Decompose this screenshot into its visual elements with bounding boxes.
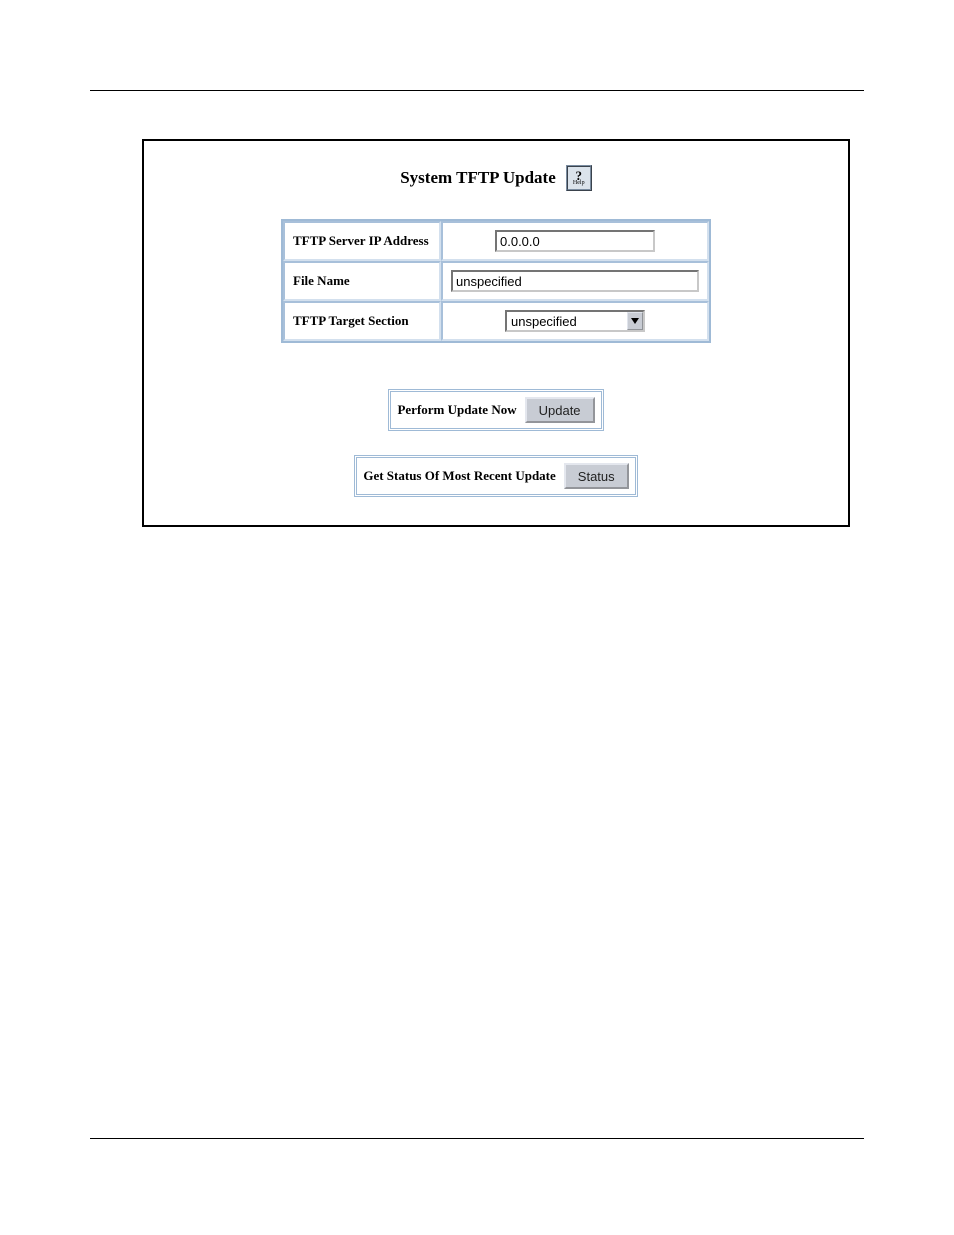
page-title: System TFTP Update <box>400 168 556 188</box>
perform-update-box: Perform Update Now Update <box>388 389 603 431</box>
tftp-update-panel: System TFTP Update ? Help TFTP Server IP… <box>142 139 850 527</box>
get-status-label: Get Status Of Most Recent Update <box>363 468 555 484</box>
title-row: System TFTP Update ? Help <box>154 165 838 191</box>
header-divider <box>90 90 864 91</box>
target-section-select[interactable]: unspecified <box>505 310 645 332</box>
get-status-box: Get Status Of Most Recent Update Status <box>354 455 637 497</box>
update-button[interactable]: Update <box>525 397 595 423</box>
target-section-value: unspecified <box>507 312 627 330</box>
chevron-down-icon <box>627 312 643 330</box>
actions-area: Perform Update Now Update Get Status Of … <box>154 389 838 497</box>
tftp-server-ip-input[interactable] <box>495 230 655 252</box>
row-server-ip: TFTP Server IP Address <box>283 221 709 261</box>
footer-divider <box>90 1138 864 1139</box>
perform-update-label: Perform Update Now <box>397 402 516 418</box>
label-file-name: File Name <box>283 261 441 301</box>
file-name-input[interactable] <box>451 270 699 292</box>
label-target-section: TFTP Target Section <box>283 301 441 341</box>
row-file-name: File Name <box>283 261 709 301</box>
status-button[interactable]: Status <box>564 463 629 489</box>
tftp-form-table: TFTP Server IP Address File Name TFTP Ta… <box>281 219 711 343</box>
label-server-ip: TFTP Server IP Address <box>283 221 441 261</box>
help-icon[interactable]: ? Help <box>566 165 592 191</box>
row-target-section: TFTP Target Section unspecified <box>283 301 709 341</box>
